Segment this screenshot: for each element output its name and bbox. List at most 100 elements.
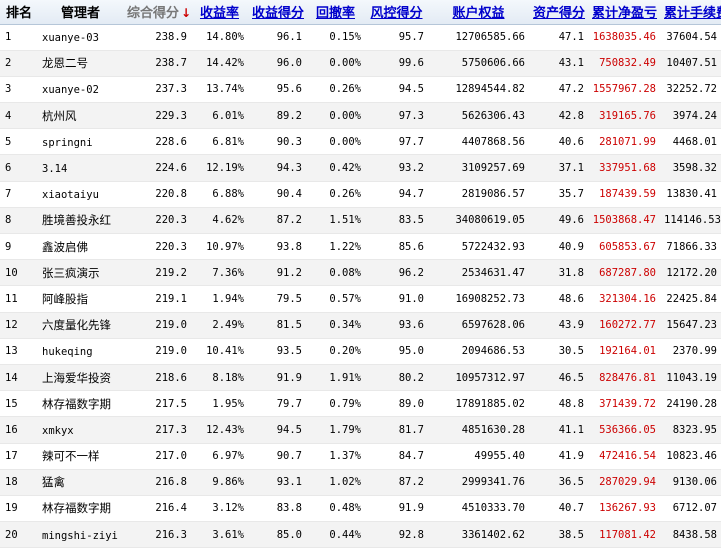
fees-cell: 37604.54 [660, 24, 721, 51]
sort-drawdown-link[interactable]: 回撤率 [316, 6, 355, 21]
sort-return-score-link[interactable]: 收益得分 [252, 6, 304, 21]
manager-name: 鑫波启佛 [42, 239, 88, 254]
manager-name: 林存福数字期 [42, 501, 111, 516]
score-cell: 217.5 [123, 390, 191, 418]
risk-score-cell: 94.5 [365, 76, 428, 104]
sort-net-pnl-link[interactable]: 累计净盈亏 [592, 6, 657, 21]
net-pnl-cell: 1638035.46 [588, 24, 660, 51]
fees-cell: 4468.01 [660, 128, 721, 156]
return-score-cell: 93.5 [248, 338, 306, 365]
manager-cell: 猛禽 [38, 469, 123, 496]
header-return-rate[interactable]: 收益率 [191, 0, 248, 25]
asset-score-cell: 31.8 [529, 259, 588, 287]
drawdown-cell: 0.42% [306, 154, 365, 182]
table-row: 15 林存福数字期 217.5 1.95% 79.7 0.79% 89.0 17891885.… [0, 390, 721, 418]
net-pnl-cell: 1557967.28 [588, 76, 660, 104]
return-score-cell: 90.7 [248, 443, 306, 470]
risk-score-cell: 93.2 [365, 154, 428, 182]
return-rate-cell: 14.42% [191, 50, 248, 77]
manager-cell: 张三疯演示 [38, 259, 123, 287]
risk-score-cell: 87.2 [365, 469, 428, 496]
manager-name: mingshi-ziyi [42, 529, 118, 542]
drawdown-cell: 1.22% [306, 233, 365, 261]
header-return-score[interactable]: 收益得分 [248, 0, 306, 25]
net-pnl-cell: 319165.76 [588, 102, 660, 130]
fees-cell: 22425.84 [660, 285, 721, 313]
manager-cell: 六度量化先锋 [38, 312, 123, 339]
ranking-table: 排名 管理者 综合得分 ↓ 收益率 收益得分 回撤率 风控得分 账户权益 资产得分… [0, 0, 721, 548]
return-score-cell: 79.5 [248, 285, 306, 313]
table-row: 7 xiaotaiyu 220.8 6.88% 90.4 0.26% 94.7 2819086… [0, 181, 721, 208]
equity-cell: 2534631.47 [428, 259, 529, 287]
sort-return-rate-link[interactable]: 收益率 [200, 6, 239, 21]
equity-cell: 12706585.66 [428, 24, 529, 51]
drawdown-cell: 0.00% [306, 50, 365, 77]
equity-cell: 12894544.82 [428, 76, 529, 104]
sort-asset-score-link[interactable]: 资产得分 [533, 6, 585, 21]
header-net-pnl[interactable]: 累计净盈亏 [588, 0, 660, 25]
asset-score-cell: 36.5 [529, 469, 588, 496]
asset-score-cell: 43.1 [529, 50, 588, 77]
header-drawdown[interactable]: 回撤率 [306, 0, 365, 25]
drawdown-cell: 0.26% [306, 181, 365, 208]
table-row: 18 猛禽 216.8 9.86% 93.1 1.02% 87.2 2999341.76 36.… [0, 469, 721, 496]
sort-risk-score-link[interactable]: 风控得分 [370, 6, 422, 21]
risk-score-cell: 91.0 [365, 285, 428, 313]
net-pnl-cell: 371439.72 [588, 390, 660, 418]
rank-cell: 2 [0, 50, 38, 77]
return-score-cell: 93.1 [248, 469, 306, 496]
manager-name: xuanye-02 [42, 84, 99, 97]
risk-score-cell: 93.6 [365, 312, 428, 339]
return-rate-cell: 6.81% [191, 128, 248, 156]
return-rate-cell: 9.86% [191, 469, 248, 496]
return-rate-cell: 10.97% [191, 233, 248, 261]
asset-score-cell: 49.6 [529, 207, 588, 235]
net-pnl-cell: 117081.42 [588, 521, 660, 548]
drawdown-cell: 1.51% [306, 207, 365, 235]
net-pnl-cell: 750832.49 [588, 50, 660, 77]
table-row: 6 3.14 224.6 12.19% 94.3 0.42% 93.2 3109257.69 3… [0, 154, 721, 182]
header-equity[interactable]: 账户权益 [428, 0, 529, 25]
table-row: 8 胜境善投永红 220.3 4.62% 87.2 1.51% 83.5 34080619.0… [0, 207, 721, 235]
rank-cell: 20 [0, 521, 38, 548]
return-rate-cell: 1.95% [191, 390, 248, 418]
net-pnl-cell: 536366.05 [588, 416, 660, 444]
return-rate-cell: 8.18% [191, 364, 248, 392]
asset-score-cell: 37.1 [529, 154, 588, 182]
score-cell: 219.2 [123, 259, 191, 287]
fees-cell: 3598.32 [660, 154, 721, 182]
equity-cell: 49955.40 [428, 443, 529, 470]
score-cell: 237.3 [123, 76, 191, 104]
score-cell: 219.0 [123, 312, 191, 339]
sort-fees-link[interactable]: 累计手续费 [664, 6, 721, 21]
net-pnl-cell: 472416.54 [588, 443, 660, 470]
table-row: 10 张三疯演示 219.2 7.36% 91.2 0.08% 96.2 2534631.47… [0, 259, 721, 287]
manager-cell: 杭州风 [38, 102, 123, 130]
score-cell: 220.8 [123, 181, 191, 208]
drawdown-cell: 0.15% [306, 24, 365, 51]
equity-cell: 2999341.76 [428, 469, 529, 496]
manager-cell: 林存福数字期 [38, 390, 123, 418]
score-cell: 216.8 [123, 469, 191, 496]
equity-cell: 2819086.57 [428, 181, 529, 208]
manager-name: hukeqing [42, 346, 93, 359]
net-pnl-cell: 828476.81 [588, 364, 660, 392]
header-asset-score[interactable]: 资产得分 [529, 0, 588, 25]
return-score-cell: 96.1 [248, 24, 306, 51]
rank-cell: 9 [0, 233, 38, 261]
fees-cell: 10823.46 [660, 443, 721, 470]
table-row: 1 xuanye-03 238.9 14.80% 96.1 0.15% 95.7 127065… [0, 24, 721, 51]
score-cell: 224.6 [123, 154, 191, 182]
risk-score-cell: 92.8 [365, 521, 428, 548]
sort-equity-link[interactable]: 账户权益 [452, 6, 504, 21]
net-pnl-cell: 337951.68 [588, 154, 660, 182]
header-fees[interactable]: 累计手续费 [660, 0, 721, 25]
header-rank: 排名 [0, 0, 38, 25]
manager-name: 龙恩二号 [42, 56, 88, 71]
rank-cell: 3 [0, 76, 38, 104]
rank-cell: 18 [0, 469, 38, 496]
header-score[interactable]: 综合得分 ↓ [123, 0, 191, 25]
fees-cell: 9130.06 [660, 469, 721, 496]
manager-name: 上海爱华投资 [42, 370, 111, 385]
header-risk-score[interactable]: 风控得分 [365, 0, 428, 25]
